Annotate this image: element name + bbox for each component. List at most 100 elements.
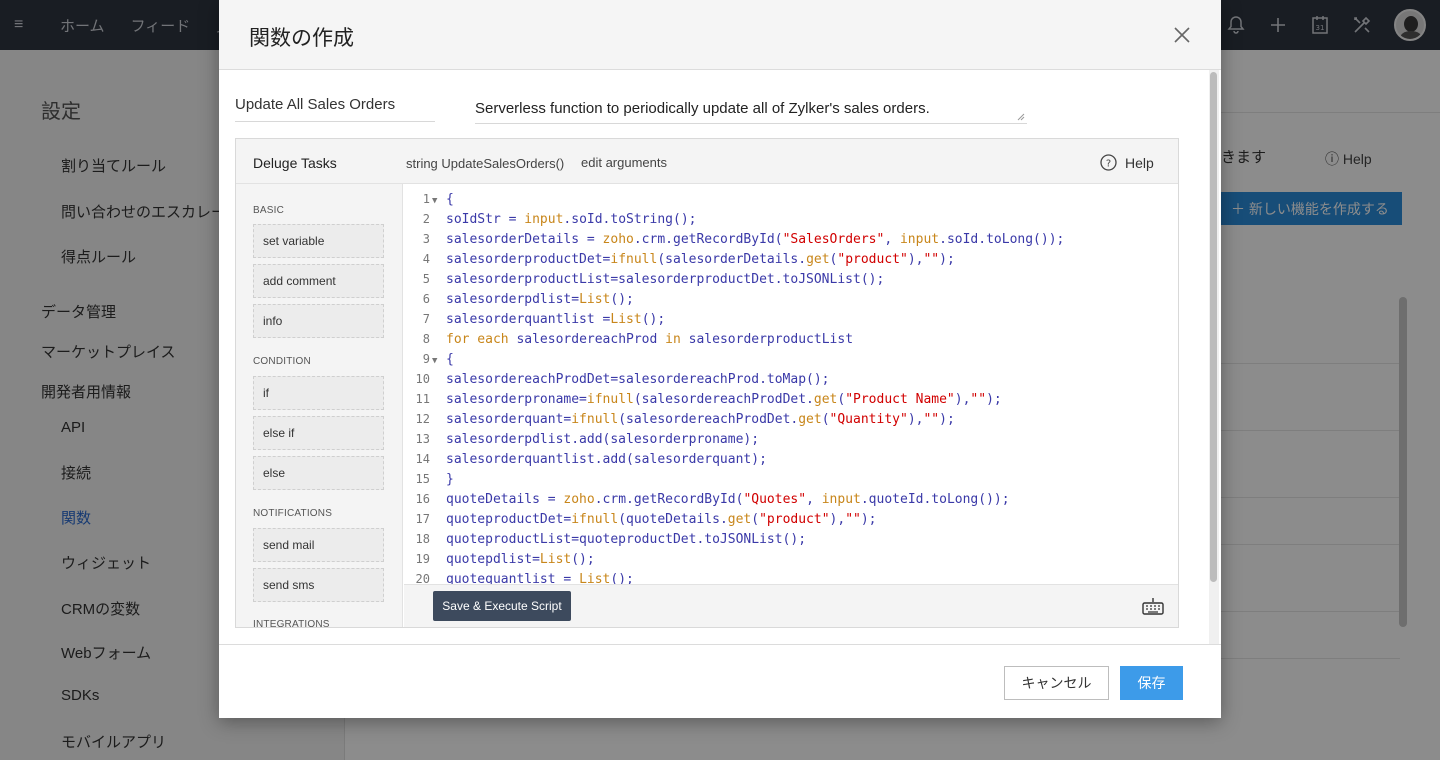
- code-text: quoteproductList=quoteproductDet.toJSONL…: [446, 532, 807, 547]
- code-line: 5 salesorderproductList=salesorderproduct…: [404, 269, 1178, 289]
- line-number: 1: [422, 192, 430, 206]
- line-number: 3: [422, 232, 430, 246]
- code-line: 8 for each salesordereachProd in salesord…: [404, 329, 1178, 349]
- task-send-sms[interactable]: send sms: [253, 568, 384, 602]
- line-number: 13: [415, 432, 430, 446]
- save-execute-script-button[interactable]: Save & Execute Script: [433, 591, 571, 621]
- code-text: salesorderquantlist.add(salesorderquant)…: [446, 452, 767, 467]
- task-else-if[interactable]: else if: [253, 416, 384, 450]
- line-number: 17: [415, 512, 430, 526]
- code-line: 9 ▼{: [404, 349, 1178, 369]
- code-line: 20 quotequantlist = List();: [404, 569, 1178, 584]
- deluge-tasks-title: Deluge Tasks: [253, 155, 337, 171]
- code-text: quoteDetails = zoho.crm.getRecordById("Q…: [446, 492, 1010, 507]
- line-number: 20: [415, 572, 430, 584]
- task-category-integrations: INTEGRATIONS: [253, 619, 330, 627]
- code-text: quotepdlist=List();: [446, 552, 595, 567]
- task-send-mail[interactable]: send mail: [253, 528, 384, 562]
- function-description-text: Serverless function to periodically upda…: [475, 100, 930, 117]
- line-number: 6: [422, 292, 430, 306]
- edit-arguments-link[interactable]: edit arguments: [581, 155, 667, 170]
- code-line: 4 salesorderproductDet=ifnull(salesorderD…: [404, 249, 1178, 269]
- code-text: salesorderproductList=salesorderproductD…: [446, 272, 885, 287]
- task-category-basic: BASIC: [253, 205, 285, 216]
- code-text: salesorderDetails = zoho.crm.getRecordBy…: [446, 232, 1065, 247]
- code-line: 7 salesorderquantlist =List();: [404, 309, 1178, 329]
- code-line: 2 soIdStr = input.soId.toString();: [404, 209, 1178, 229]
- editor-help-label: Help: [1125, 154, 1154, 171]
- dialog-header: 関数の作成: [219, 0, 1221, 70]
- code-line: 1 ▼{: [404, 189, 1178, 209]
- dialog-title: 関数の作成: [249, 27, 354, 50]
- line-number: 10: [415, 372, 430, 386]
- line-number: 19: [415, 552, 430, 566]
- code-line: 18 quoteproductList=quoteproductDet.toJSO…: [404, 529, 1178, 549]
- editor-footer: Save & Execute Script: [404, 584, 1178, 627]
- editor-toolbar: Deluge Tasks string UpdateSalesOrders() …: [236, 139, 1178, 184]
- task-category-notifications: NOTIFICATIONS: [253, 508, 333, 519]
- code-line: 19 quotepdlist=List();: [404, 549, 1178, 569]
- task-add-comment[interactable]: add comment: [253, 264, 384, 298]
- question-circle-icon: ?: [1100, 154, 1117, 171]
- code-text: {: [446, 192, 454, 207]
- line-number: 16: [415, 492, 430, 506]
- line-number: 18: [415, 532, 430, 546]
- code-text: quotequantlist = List();: [446, 572, 634, 584]
- cancel-button[interactable]: キャンセル: [1004, 666, 1109, 700]
- task-set-variable[interactable]: set variable: [253, 224, 384, 258]
- deluge-tasks-panel: BASIC set variable add comment info COND…: [236, 184, 403, 627]
- dialog-scrollbar-thumb[interactable]: [1210, 72, 1217, 582]
- code-line: 17 quoteproductDet=ifnull(quoteDetails.ge…: [404, 509, 1178, 529]
- line-number: 4: [422, 252, 430, 266]
- save-button[interactable]: 保存: [1120, 666, 1183, 700]
- close-icon[interactable]: [1171, 24, 1193, 46]
- code-line: 15}: [404, 469, 1178, 489]
- code-text: {: [446, 352, 454, 367]
- code-line: 13 salesorderpdlist.add(salesorderproname…: [404, 429, 1178, 449]
- function-description-input[interactable]: Serverless function to periodically upda…: [475, 100, 1027, 124]
- function-signature: string UpdateSalesOrders(): [406, 156, 565, 171]
- code-line: 3 salesorderDetails = zoho.crm.getRecordB…: [404, 229, 1178, 249]
- fold-arrow-icon[interactable]: ▼: [430, 351, 446, 371]
- resize-handle-icon[interactable]: [1017, 113, 1025, 121]
- code-line: 14 salesorderquantlist.add(salesorderquan…: [404, 449, 1178, 469]
- code-line: 16 quoteDetails = zoho.crm.getRecordById(…: [404, 489, 1178, 509]
- code-text: soIdStr = input.soId.toString();: [446, 212, 697, 227]
- code-text: }: [446, 472, 454, 487]
- function-name-input[interactable]: Update All Sales Orders: [235, 96, 435, 122]
- line-number: 12: [415, 412, 430, 426]
- dialog-footer: キャンセル 保存: [219, 644, 1221, 718]
- line-number: 9: [422, 352, 430, 366]
- code-line: 10 salesordereachProdDet=salesordereachPr…: [404, 369, 1178, 389]
- code-text: salesorderquantlist =List();: [446, 312, 666, 327]
- line-number: 8: [422, 332, 430, 346]
- code-text: for each salesordereachProd in salesorde…: [446, 332, 854, 347]
- code-line: 12 salesorderquant=ifnull(salesordereachP…: [404, 409, 1178, 429]
- line-number: 5: [422, 272, 430, 286]
- line-number: 7: [422, 312, 430, 326]
- task-else[interactable]: else: [253, 456, 384, 490]
- code-line: 6 salesorderpdlist=List();: [404, 289, 1178, 309]
- code-text: salesorderpdlist=List();: [446, 292, 634, 307]
- task-info[interactable]: info: [253, 304, 384, 338]
- line-number: 14: [415, 452, 430, 466]
- keyboard-icon[interactable]: [1142, 597, 1164, 615]
- code-text: salesordereachProdDet=salesordereachProd…: [446, 372, 830, 387]
- dialog-body: Update All Sales Orders Serverless funct…: [219, 70, 1221, 644]
- line-number: 2: [422, 212, 430, 226]
- code-text: salesorderproductDet=ifnull(salesorderDe…: [446, 252, 955, 267]
- code-text: salesorderproname=ifnull(salesordereachP…: [446, 392, 1002, 407]
- dialog-scrollbar[interactable]: [1209, 70, 1219, 644]
- editor-help-link[interactable]: ? Help: [1100, 154, 1154, 171]
- code-text: salesorderpdlist.add(salesorderproname);: [446, 432, 760, 447]
- task-if[interactable]: if: [253, 376, 384, 410]
- svg-text:?: ?: [1106, 159, 1111, 170]
- code-line: 11 salesorderproname=ifnull(salesordereac…: [404, 389, 1178, 409]
- code-text: quoteproductDet=ifnull(quoteDetails.get(…: [446, 512, 877, 527]
- fold-arrow-icon[interactable]: ▼: [430, 191, 446, 211]
- deluge-script-editor: Deluge Tasks string UpdateSalesOrders() …: [235, 138, 1179, 628]
- code-editor[interactable]: 1 ▼{2 soIdStr = input.soId.toString(); 3 sal…: [404, 184, 1178, 584]
- create-function-dialog: 関数の作成 Update All Sales Orders Serverless…: [219, 0, 1221, 718]
- line-number: 15: [415, 472, 430, 486]
- line-number: 11: [415, 392, 430, 406]
